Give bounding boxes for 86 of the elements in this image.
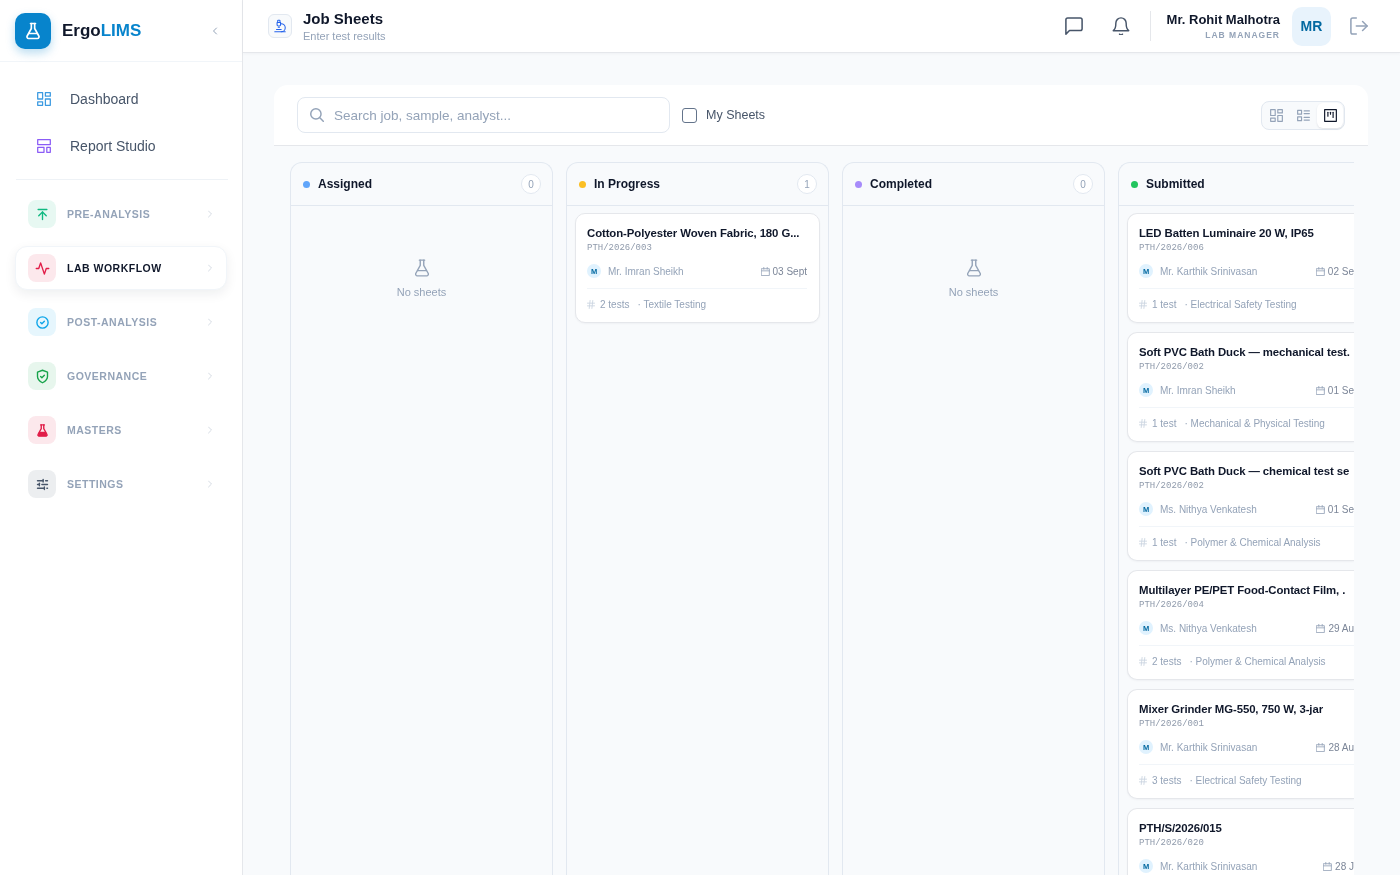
- test-count: 1 test: [1152, 417, 1177, 429]
- user-name: Mr. Rohit Malhotra: [1166, 12, 1280, 28]
- analyst-name: Ms. Nithya Venkatesh: [1160, 622, 1257, 634]
- user-role: LAB MANAGER: [1204, 30, 1280, 40]
- calendar-icon: [1315, 385, 1325, 395]
- hash-icon: [1139, 775, 1147, 785]
- grid-icon: [1269, 108, 1283, 122]
- logout-icon[interactable]: [1350, 17, 1368, 35]
- microscope-icon: [268, 14, 292, 38]
- test-count: 1 test: [1152, 298, 1177, 310]
- card-title: Cotton-Polyester Woven Fabric, 180 G...: [587, 226, 801, 241]
- sample-code: PTH/2026/001: [1139, 718, 1205, 730]
- column-title: Submitted: [1146, 177, 1205, 191]
- nav-section[interactable]: LAB WORKFLOW: [15, 246, 227, 290]
- due-date: 01 Se: [1327, 503, 1354, 515]
- card-title: Mixer Grinder MG-550, 750 W, 3-jar: [1139, 702, 1324, 717]
- count-badge: 1: [797, 174, 817, 194]
- card-title: Soft PVC Bath Duck — chemical test se: [1139, 464, 1351, 479]
- card-title: Soft PVC Bath Duck — mechanical test.: [1139, 345, 1351, 360]
- sample-code: PTH/2026/003: [587, 242, 653, 254]
- nav-link[interactable]: Report Studio: [16, 126, 156, 166]
- test-category: · Electrical Safety Testing: [1184, 298, 1297, 310]
- checkbox-label[interactable]: My Sheets: [706, 108, 766, 122]
- analyst-name: Mr. Imran Sheikh: [1160, 384, 1236, 396]
- analyst-name: Ms. Nithya Venkatesh: [1160, 503, 1257, 515]
- test-category: · Electrical Safety Testing: [1189, 774, 1302, 786]
- analyst-name: Mr. Karthik Srinivasan: [1160, 860, 1258, 872]
- column-title: Completed: [870, 177, 932, 191]
- card-title: LED Batten Luminaire 20 W, IP65: [1139, 226, 1315, 241]
- hash-icon: [587, 299, 595, 309]
- calendar-icon: [1316, 742, 1326, 752]
- test-category: · Mechanical & Physical Testing: [1184, 417, 1325, 429]
- notification-bell-icon[interactable]: [1111, 17, 1130, 35]
- checkbox[interactable]: [682, 107, 697, 123]
- due-date: 01 Se: [1327, 384, 1354, 396]
- test-count: 2 tests: [600, 298, 630, 310]
- due-date: 28 J: [1335, 860, 1354, 872]
- brand-name: ErgoLIMS: [62, 20, 142, 41]
- calendar-icon: [1315, 266, 1325, 276]
- list-icon: [1296, 108, 1310, 122]
- chat-icon[interactable]: [1064, 17, 1083, 35]
- calendar-icon: [1316, 623, 1326, 633]
- test-count: 3 tests: [1152, 774, 1182, 786]
- flask-icon: [966, 259, 981, 277]
- sample-code: PTH/2026/002: [1139, 361, 1205, 373]
- flask-logo-icon: [15, 12, 51, 49]
- test-category: · Textile Testing: [637, 298, 707, 310]
- analyst-name: Mr. Karthik Srinivasan: [1160, 265, 1258, 277]
- calendar-icon: [1323, 861, 1333, 871]
- kanban-icon: [1323, 108, 1337, 122]
- calendar-icon: [1315, 504, 1325, 514]
- column-title: Assigned: [318, 177, 372, 191]
- search-icon: [310, 108, 324, 122]
- count-badge: 0: [521, 174, 541, 194]
- page-title: Job Sheets: [303, 10, 385, 28]
- due-date: 29 Au: [1328, 622, 1354, 634]
- due-date: 03 Sept: [772, 265, 807, 277]
- test-count: 1 test: [1152, 536, 1177, 548]
- analyst-name: Mr. Karthik Srinivasan: [1160, 741, 1258, 753]
- sample-code: PTH/2026/002: [1139, 480, 1205, 492]
- page-subtitle: Enter test results: [303, 30, 386, 42]
- sample-code: PTH/2026/020: [1139, 837, 1205, 849]
- analyst-name: Mr. Imran Sheikh: [608, 265, 684, 277]
- test-category: · Polymer & Chemical Analysis: [1189, 655, 1326, 667]
- hash-icon: [1139, 537, 1147, 547]
- column-title: In Progress: [594, 177, 661, 191]
- due-date: 28 Au: [1328, 741, 1354, 753]
- hash-icon: [1139, 299, 1147, 309]
- test-category: · Polymer & Chemical Analysis: [1184, 536, 1321, 548]
- card-title: Multilayer PE/PET Food-Contact Film, .: [1139, 583, 1347, 598]
- sample-code: PTH/2026/004: [1139, 599, 1205, 611]
- count-badge: 0: [1073, 174, 1093, 194]
- test-count: 2 tests: [1152, 655, 1182, 667]
- empty-state-text: No sheets: [948, 286, 999, 298]
- user-avatar[interactable]: MR: [1292, 6, 1331, 46]
- hash-icon: [1139, 418, 1147, 428]
- flask-icon: [414, 259, 429, 277]
- empty-state-text: No sheets: [396, 286, 447, 298]
- search-field[interactable]: Search job, sample, analyst...: [297, 97, 670, 133]
- calendar-icon: [760, 266, 770, 276]
- nav-link[interactable]: Dashboard: [16, 79, 139, 119]
- hash-icon: [1139, 656, 1147, 666]
- due-date: 02 Se: [1327, 265, 1354, 277]
- view-button[interactable]: [1317, 102, 1343, 128]
- sample-code: PTH/2026/006: [1139, 242, 1205, 254]
- card-title: PTH/S/2026/015: [1139, 821, 1223, 836]
